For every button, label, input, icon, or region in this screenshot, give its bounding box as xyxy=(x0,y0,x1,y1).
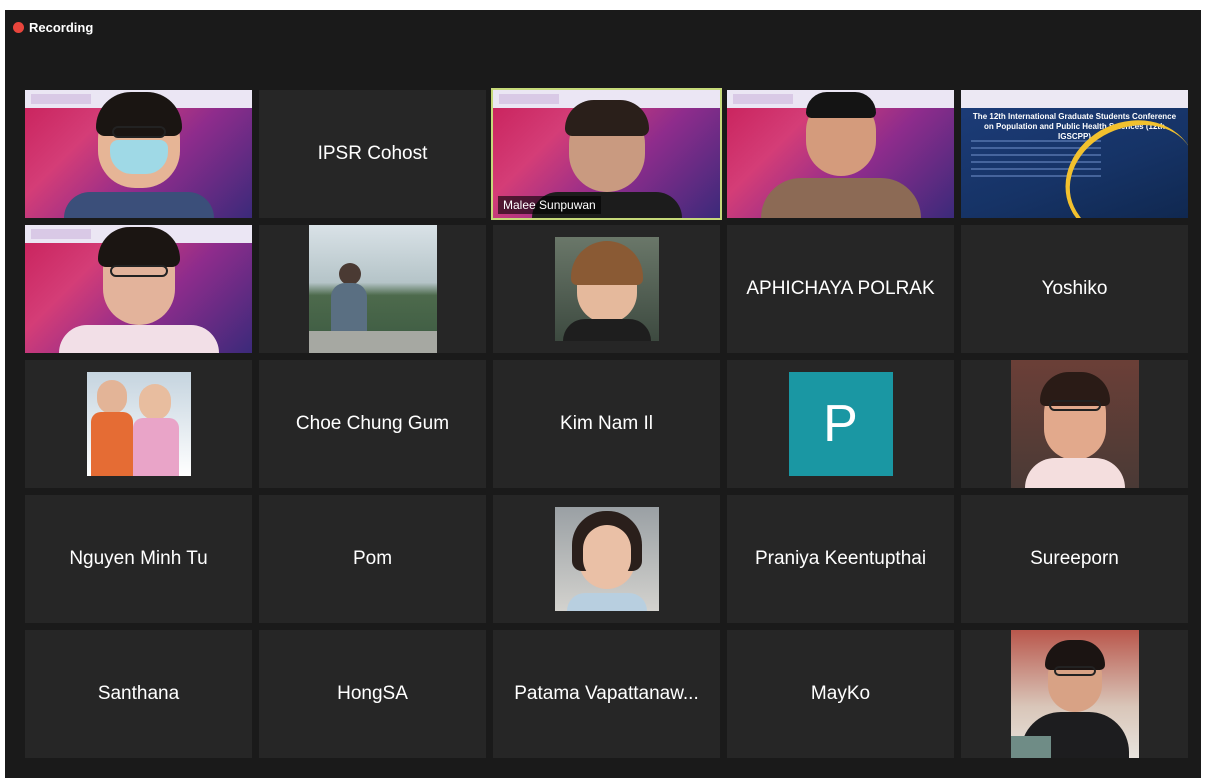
participant-video-person xyxy=(760,90,921,218)
participant-name: Praniya Keentupthai xyxy=(754,548,927,569)
participant-tile-photo[interactable] xyxy=(493,225,720,353)
profile-photo xyxy=(554,507,659,611)
participant-tile[interactable]: Santhana xyxy=(25,630,252,758)
participant-name: Santhana xyxy=(97,683,180,704)
gallery-grid: IPSR Cohost Malee Sunpuwan The 12th Inte… xyxy=(25,88,1188,758)
participant-tile[interactable]: Sureeporn xyxy=(961,495,1188,623)
participant-tile-photo[interactable] xyxy=(259,225,486,353)
participant-name: Patama Vapattanaw... xyxy=(514,683,699,704)
participant-tile-video[interactable] xyxy=(25,90,252,218)
recording-indicator[interactable]: Recording xyxy=(13,20,93,35)
participant-tile-video[interactable] xyxy=(25,225,252,353)
participant-tile[interactable]: Pom xyxy=(259,495,486,623)
profile-photo xyxy=(86,372,191,476)
participant-tile[interactable]: Praniya Keentupthai xyxy=(727,495,954,623)
participant-tile[interactable]: Kim Nam Il xyxy=(493,360,720,488)
participant-name: IPSR Cohost xyxy=(317,143,428,164)
participant-tile[interactable]: MayKo xyxy=(727,630,954,758)
participant-avatar-initial: P xyxy=(788,372,893,476)
participant-tile[interactable]: Choe Chung Gum xyxy=(259,360,486,488)
profile-photo xyxy=(1010,630,1139,758)
participant-tile-video[interactable] xyxy=(727,90,954,218)
participant-name-label: Malee Sunpuwan xyxy=(498,196,601,214)
participant-video-person xyxy=(63,90,214,218)
participant-tile-photo[interactable] xyxy=(25,360,252,488)
participant-name: Kim Nam Il xyxy=(560,413,653,434)
participant-name: Choe Chung Gum xyxy=(295,413,450,434)
participant-tile-photo[interactable] xyxy=(961,630,1188,758)
participant-tile-photo[interactable] xyxy=(493,495,720,623)
participant-tile[interactable]: APHICHAYA POLRAK xyxy=(727,225,954,353)
participant-tile-avatar[interactable]: P xyxy=(727,360,954,488)
profile-photo xyxy=(1010,360,1139,488)
recording-label: Recording xyxy=(29,20,94,35)
conference-slide: The 12th International Graduate Students… xyxy=(961,90,1188,218)
participant-name: Pom xyxy=(352,548,393,569)
participant-tile[interactable]: Nguyen Minh Tu xyxy=(25,495,252,623)
participant-tile-shared-slide[interactable]: The 12th International Graduate Students… xyxy=(961,90,1188,218)
record-dot-icon xyxy=(13,22,24,33)
participant-name: HongSA xyxy=(337,683,408,704)
participant-tile[interactable]: IPSR Cohost xyxy=(259,90,486,218)
participant-tile-active-speaker[interactable]: Malee Sunpuwan xyxy=(491,88,722,220)
participant-name: APHICHAYA POLRAK xyxy=(746,278,935,299)
participant-name: Sureeporn xyxy=(1030,548,1119,569)
participant-tile[interactable]: Yoshiko xyxy=(961,225,1188,353)
participant-name: Yoshiko xyxy=(1041,278,1108,299)
participant-tile[interactable]: HongSA xyxy=(259,630,486,758)
profile-photo xyxy=(554,237,659,341)
participant-tile-photo[interactable] xyxy=(961,360,1188,488)
meeting-window: Recording IPSR Cohost Malee Sunpuwan The… xyxy=(5,10,1201,778)
participant-name: MayKo xyxy=(810,683,871,704)
profile-photo xyxy=(308,225,437,353)
participant-tile[interactable]: Patama Vapattanaw... xyxy=(493,630,720,758)
participant-video-person xyxy=(58,225,219,353)
participant-name: Nguyen Minh Tu xyxy=(69,548,208,569)
